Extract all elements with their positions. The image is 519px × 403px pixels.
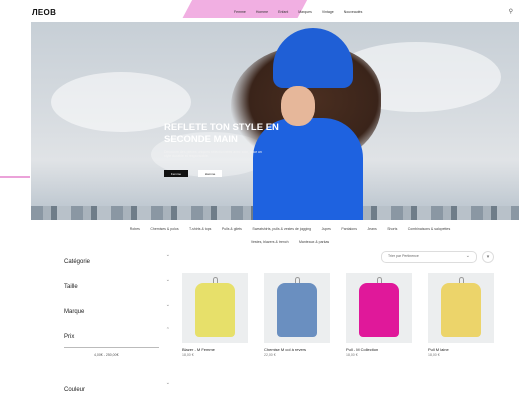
product-card[interactable]: Pull - M Collection 18,00 € [346,273,412,357]
hero-secondary-button[interactable]: Homme [198,170,222,177]
filter-brand[interactable]: Marque ⌄ [64,300,170,325]
header-icons: ⚲ [509,8,513,15]
chevron-down-icon: ⌄ [165,302,170,308]
hero-title-line: REFLETE TON STYLE EN [164,122,279,133]
chevron-down-icon: ⌄ [165,277,170,283]
category-link[interactable]: Robes [130,227,140,231]
product-name[interactable]: Pull M laine [428,347,494,352]
decorative-line [0,176,30,178]
main-nav: Femme Homme Enfant Marques Vintage Nouve… [234,10,362,14]
product-image[interactable] [264,273,330,343]
category-link[interactable]: Jupes [322,227,331,231]
category-link[interactable]: T-shirts & tops [189,227,211,231]
chevron-down-icon: ⌄ [465,253,470,259]
hero-subtitle: Découvre des pièces uniques sélectionnée… [164,149,262,159]
nav-item[interactable]: Enfant [278,10,288,14]
hero-text: REFLETE TON STYLE EN SECONDE MAIN Découv… [164,122,314,159]
garment-shape [441,283,481,337]
chevron-down-icon: ⌄ [165,380,170,386]
category-link[interactable]: Pantalons [341,227,357,231]
category-link[interactable]: Vestes, blazers & trench [251,240,289,244]
product-image[interactable] [182,273,248,343]
filter-label: Marque [64,309,85,315]
site-header: ЛЕОВ Femme Homme Enfant Marques Vintage … [0,0,519,22]
grid-view-icon[interactable]: ▾ [482,251,494,263]
face-shape [281,86,315,126]
product-image[interactable] [346,273,412,343]
product-name[interactable]: Chemise M col à revers [264,347,330,352]
filter-label: Catégorie [64,259,91,265]
garment-shape [359,283,399,337]
hero-banner: REFLETE TON STYLE EN SECONDE MAIN Découv… [31,22,519,220]
nav-item[interactable]: Homme [256,10,268,14]
product-card[interactable]: Blazer - M Femme 18,00 € [182,273,248,357]
nav-item[interactable]: Marques [298,10,312,14]
chevron-down-icon: ⌄ [165,252,170,258]
nav-item[interactable]: Femme [234,10,246,14]
filter-category[interactable]: Catégorie ⌄ [64,250,170,275]
arm-shape [273,28,353,88]
sort-select[interactable]: Trier par Pertinence ⌄ [381,251,477,263]
price-slider[interactable] [64,347,159,348]
category-link[interactable]: Jeans [367,227,376,231]
nav-item[interactable]: Vintage [322,10,334,14]
category-strip: Robes Chemises & polos T-shirts & tops P… [90,221,490,247]
category-link[interactable]: Chemises & polos [150,227,178,231]
category-link[interactable]: Manteaux & parkas [299,240,329,244]
product-card[interactable]: Pull M laine 18,00 € [428,273,494,357]
product-image[interactable] [428,273,494,343]
price-range-text: 4,00€ - 250,00€ [94,353,119,357]
product-price: 18,00 € [346,353,358,357]
filter-label: Prix [64,334,75,340]
chevron-up-icon: ⌃ [165,327,170,333]
hero-title-line: SECONDE MAIN [164,133,238,145]
product-name[interactable]: Blazer - M Femme [182,347,248,352]
hero-buttons: Femme Homme [164,170,222,177]
site-logo[interactable]: ЛЕОВ [32,8,56,17]
category-link[interactable]: Combinaisons & salopettes [408,227,450,231]
product-price: 18,00 € [428,353,440,357]
category-link[interactable]: Shorts [387,227,397,231]
sort-label: Trier par Pertinence [388,254,419,258]
category-link[interactable]: Sweatshirts, pulls & vestes de jogging [252,227,311,231]
filter-label: Taille [64,284,78,290]
filter-size[interactable]: Taille ⌄ [64,275,170,300]
garment-shape [277,283,317,337]
filter-sidebar: Catégorie ⌄ Taille ⌄ Marque ⌄ Prix ⌃ 4,0… [64,250,170,393]
product-price: 18,00 € [182,353,194,357]
nav-item[interactable]: Nouveautés [344,10,363,14]
garment-shape [195,283,235,337]
product-name[interactable]: Pull - M Collection [346,347,412,352]
product-price: 22,00 € [264,353,276,357]
hero-primary-button[interactable]: Femme [164,170,188,177]
product-card[interactable]: Chemise M col à revers 22,00 € [264,273,330,357]
hero-title: REFLETE TON STYLE EN SECONDE MAIN [164,122,314,146]
search-icon[interactable]: ⚲ [509,9,513,15]
category-link[interactable]: Pulls & gilets [222,227,242,231]
filter-label: Couleur [64,387,86,393]
